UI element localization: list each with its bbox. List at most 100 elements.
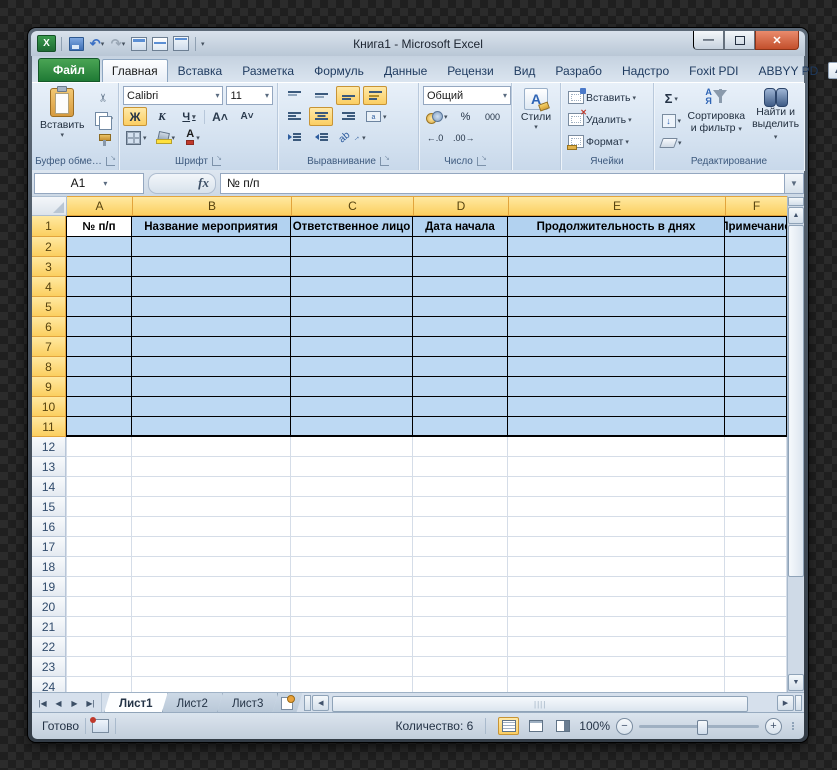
cell-A10[interactable] [66, 397, 132, 417]
increase-indent-button[interactable] [309, 128, 333, 147]
column-header-B[interactable]: B [133, 196, 292, 216]
scroll-right-icon[interactable]: ▶ [777, 695, 794, 711]
cell-E9[interactable] [508, 377, 725, 397]
cell-D2[interactable] [413, 237, 508, 257]
tab-foxit[interactable]: Foxit PDI [679, 59, 748, 82]
cell-D21[interactable] [413, 617, 508, 637]
cell-C9[interactable] [291, 377, 413, 397]
font-dialog-launcher-icon[interactable] [212, 157, 221, 166]
orientation-button[interactable]: ab→▾ [336, 128, 369, 147]
cell-F19[interactable] [725, 577, 787, 597]
form-icon[interactable] [151, 36, 169, 52]
header-cell-C1[interactable]: Ответственное лицо [291, 216, 413, 237]
font-color-button[interactable]: А▾ [181, 128, 205, 147]
zoom-out-icon[interactable]: − [616, 718, 633, 735]
cell-C23[interactable] [291, 657, 413, 677]
cell-E21[interactable] [508, 617, 725, 637]
font-family-select[interactable]: Calibri▾ [123, 86, 223, 105]
tab-abbyy[interactable]: ABBYY PD [749, 59, 829, 82]
tab-split-handle[interactable] [304, 695, 311, 711]
restore-button[interactable] [724, 31, 755, 50]
tab-addins[interactable]: Надстро [612, 59, 679, 82]
row-header-23[interactable]: 23 [32, 657, 66, 677]
header-cell-A1[interactable]: № п/п [66, 216, 132, 237]
cell-C17[interactable] [291, 537, 413, 557]
format-cells-button[interactable]: Формат▾ [565, 132, 649, 151]
resize-grip[interactable] [792, 722, 794, 730]
cell-D15[interactable] [413, 497, 508, 517]
row-header-15[interactable]: 15 [32, 497, 66, 517]
row-header-3[interactable]: 3 [32, 257, 66, 277]
cell-A2[interactable] [66, 237, 132, 257]
cell-D7[interactable] [413, 337, 508, 357]
cell-C7[interactable] [291, 337, 413, 357]
cell-F3[interactable] [725, 257, 787, 277]
row-header-20[interactable]: 20 [32, 597, 66, 617]
cell-F8[interactable] [725, 357, 787, 377]
alignment-dialog-launcher-icon[interactable] [380, 157, 389, 166]
row-header-18[interactable]: 18 [32, 557, 66, 577]
number-format-select[interactable]: Общий▾ [423, 86, 511, 105]
cell-C12[interactable] [291, 437, 413, 457]
cell-B8[interactable] [132, 357, 291, 377]
cell-E10[interactable] [508, 397, 725, 417]
cell-D10[interactable] [413, 397, 508, 417]
cell-D17[interactable] [413, 537, 508, 557]
cell-C19[interactable] [291, 577, 413, 597]
cell-E23[interactable] [508, 657, 725, 677]
cell-F21[interactable] [725, 617, 787, 637]
cell-C10[interactable] [291, 397, 413, 417]
cell-B12[interactable] [132, 437, 291, 457]
cell-A13[interactable] [66, 457, 132, 477]
cell-A3[interactable] [66, 257, 132, 277]
cell-B17[interactable] [132, 537, 291, 557]
cell-C24[interactable] [291, 677, 413, 692]
cell-E22[interactable] [508, 637, 725, 657]
normal-view-button[interactable] [498, 717, 519, 735]
cell-C20[interactable] [291, 597, 413, 617]
clipboard-dialog-launcher-icon[interactable] [106, 157, 115, 166]
row-header-11[interactable]: 11 [32, 417, 66, 437]
cell-A9[interactable] [66, 377, 132, 397]
cell-C22[interactable] [291, 637, 413, 657]
cell-E8[interactable] [508, 357, 725, 377]
cell-E16[interactable] [508, 517, 725, 537]
cell-D6[interactable] [413, 317, 508, 337]
tab-home[interactable]: Главная [102, 59, 168, 82]
customize-qat-icon[interactable]: ▾ [201, 40, 205, 48]
cell-A4[interactable] [66, 277, 132, 297]
cell-F12[interactable] [725, 437, 787, 457]
cell-B19[interactable] [132, 577, 291, 597]
cell-E19[interactable] [508, 577, 725, 597]
cell-A18[interactable] [66, 557, 132, 577]
increase-font-button[interactable]: A˄ [208, 107, 232, 126]
decrease-indent-button[interactable] [282, 128, 306, 147]
cell-E15[interactable] [508, 497, 725, 517]
row-header-9[interactable]: 9 [32, 377, 66, 397]
sort-filter-button[interactable]: АЯ Сортировкаи фильтр ▾ [688, 88, 746, 136]
cell-F18[interactable] [725, 557, 787, 577]
clear-button[interactable]: ▾ [658, 133, 685, 152]
macro-record-icon[interactable] [92, 719, 109, 733]
minimize-ribbon-icon[interactable]: ▲ [828, 62, 837, 79]
row-header-8[interactable]: 8 [32, 357, 66, 377]
cell-C4[interactable] [291, 277, 413, 297]
cell-E2[interactable] [508, 237, 725, 257]
align-top-button[interactable] [282, 86, 306, 105]
cell-D12[interactable] [413, 437, 508, 457]
cell-E11[interactable] [508, 417, 725, 437]
cell-B23[interactable] [132, 657, 291, 677]
last-sheet-icon[interactable]: ▶| [83, 696, 98, 711]
cell-B6[interactable] [132, 317, 291, 337]
cell-E7[interactable] [508, 337, 725, 357]
cell-F6[interactable] [725, 317, 787, 337]
cell-E4[interactable] [508, 277, 725, 297]
header-cell-D1[interactable]: Дата начала [413, 216, 508, 237]
cell-E3[interactable] [508, 257, 725, 277]
cell-F11[interactable] [725, 417, 787, 437]
cell-D11[interactable] [413, 417, 508, 437]
save-icon[interactable] [67, 36, 85, 52]
cell-B21[interactable] [132, 617, 291, 637]
cell-A7[interactable] [66, 337, 132, 357]
cell-B22[interactable] [132, 637, 291, 657]
